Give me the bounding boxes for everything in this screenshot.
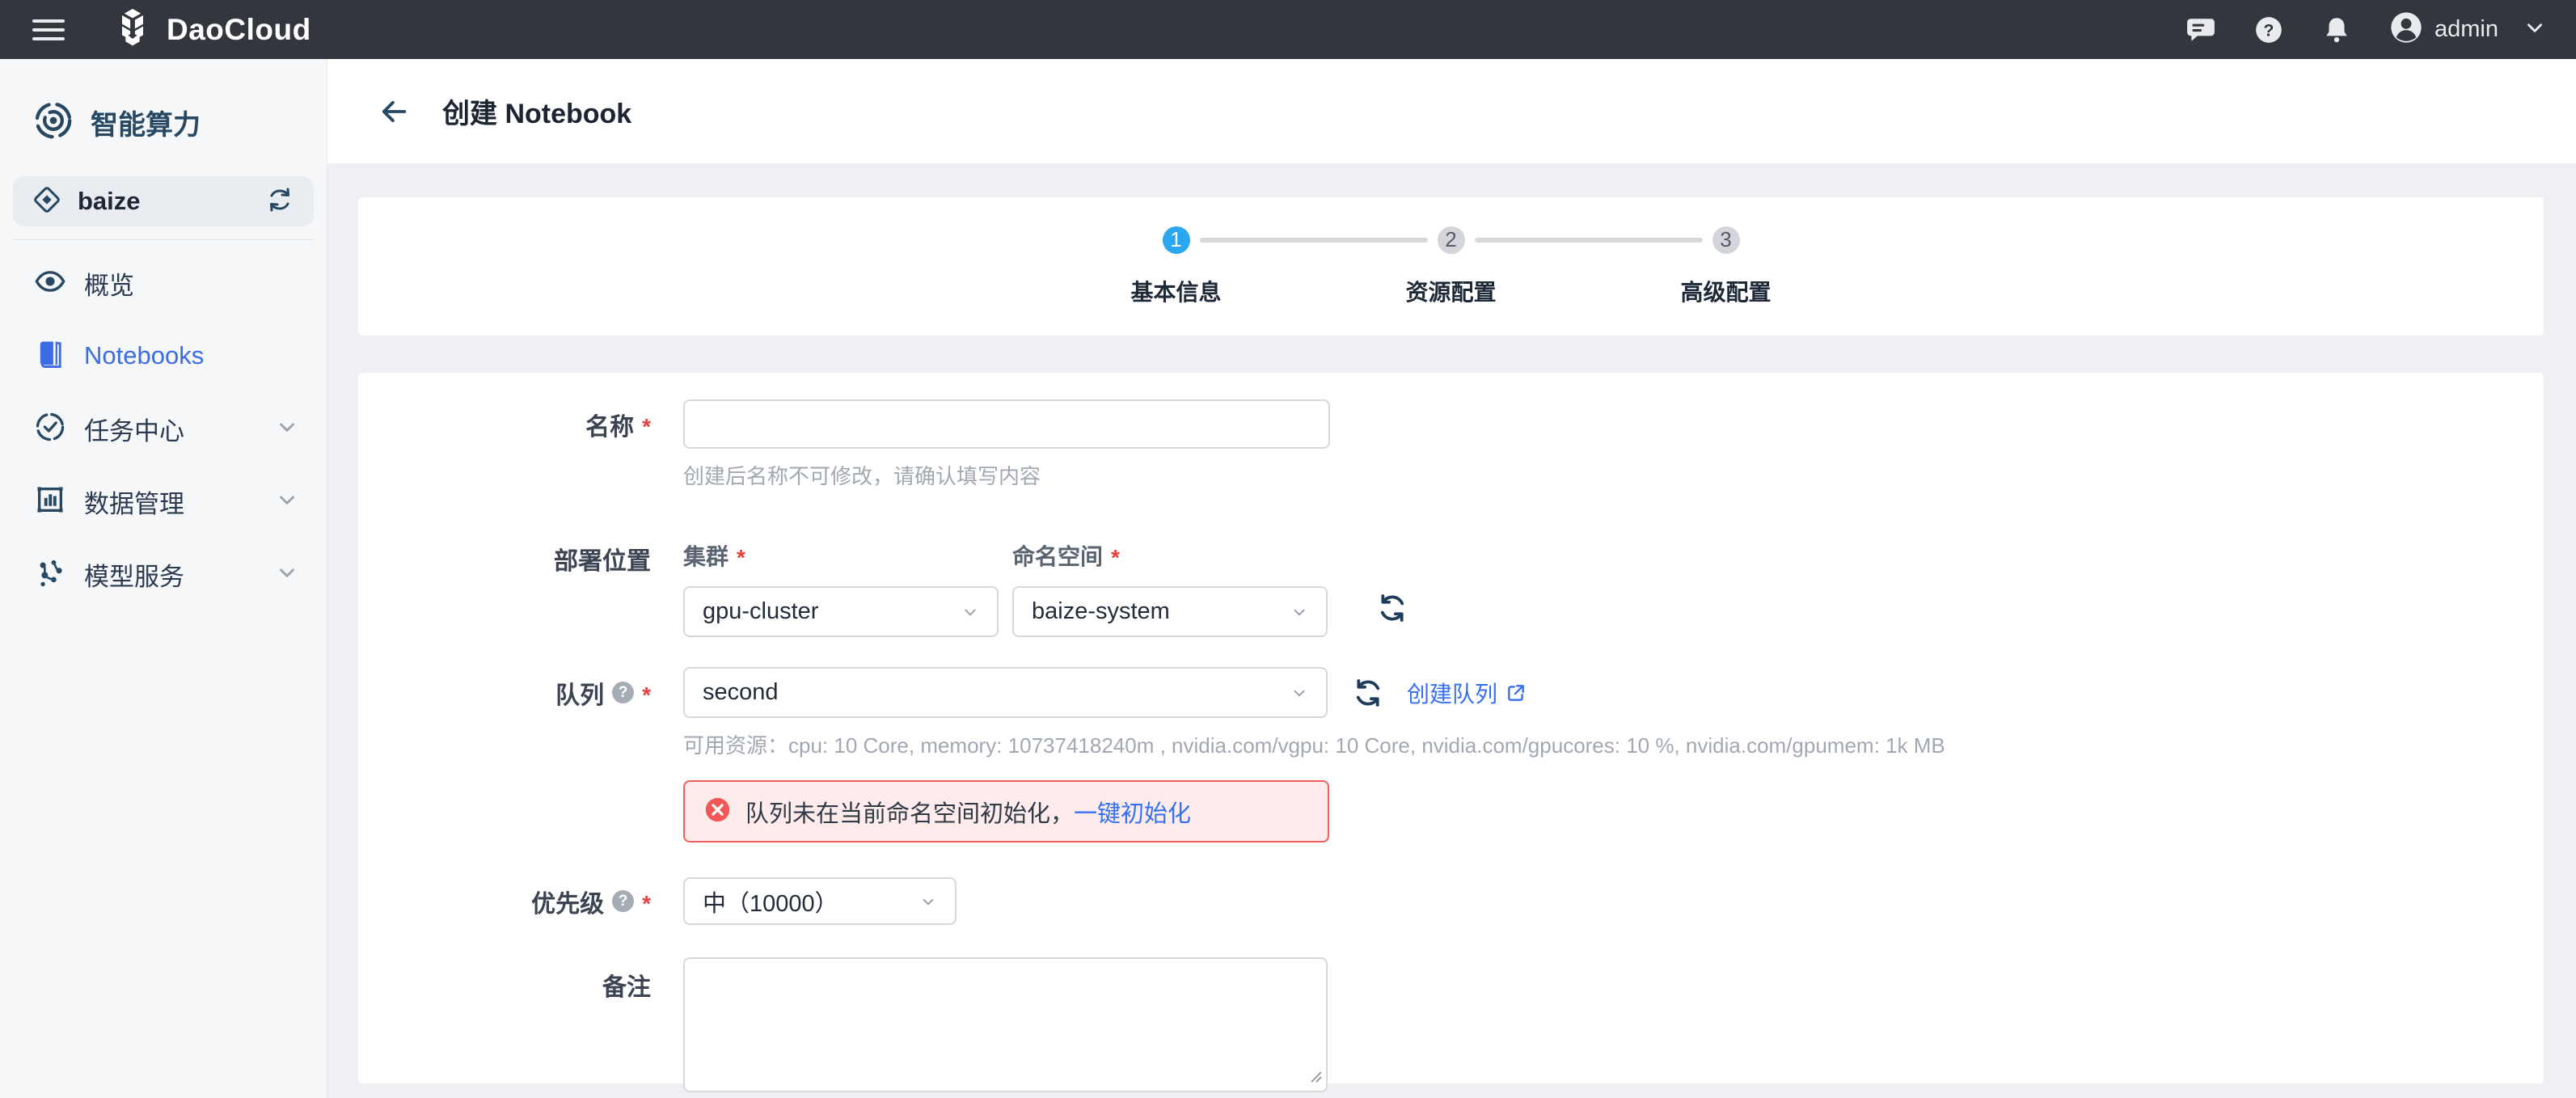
sidebar-item-notebooks[interactable]: Notebooks [0, 319, 327, 392]
available-resources: 可用资源：cpu: 10 Core, memory: 10737418240m … [683, 729, 2544, 759]
cluster-select[interactable]: gpu-cluster [683, 586, 999, 637]
brand-name: DaoCloud [167, 13, 311, 47]
notes-textarea[interactable] [683, 957, 1328, 1092]
svg-text:?: ? [2264, 21, 2274, 40]
sidebar: 智能算力 baize 概览 [0, 59, 327, 1098]
refresh-icon[interactable] [1376, 592, 1408, 624]
chevron-down-icon [919, 893, 937, 910]
deploy-label: 部署位置 [554, 541, 651, 576]
sidebar-menu: 概览 Notebooks 任务中心 [0, 247, 327, 610]
chevron-down-icon [275, 560, 299, 589]
sidebar-item-overview[interactable]: 概览 [0, 247, 327, 319]
avatar-icon [2389, 11, 2423, 49]
topbar: DaoCloud ? admin [0, 0, 2576, 59]
model-nodes-icon [34, 556, 66, 593]
bell-icon[interactable] [2321, 15, 2352, 45]
priority-label: 优先级 [531, 884, 604, 919]
step-1-label: 基本信息 [1039, 275, 1314, 307]
sidebar-item-data-management[interactable]: 数据管理 [0, 465, 327, 538]
section-label: 智能算力 [91, 103, 201, 142]
sidebar-item-model-services[interactable]: 模型服务 [0, 538, 327, 610]
sidebar-item-label: Notebooks [84, 341, 204, 370]
queue-alert: 队列未在当前命名空间初始化， 一键初始化 [683, 780, 1329, 843]
chevron-down-icon [275, 415, 299, 443]
step-connector [1475, 238, 1703, 243]
brand: DaoCloud [112, 6, 311, 53]
username: admin [2435, 16, 2498, 43]
chat-icon[interactable] [2185, 15, 2216, 45]
sidebar-item-label: 任务中心 [84, 411, 184, 447]
back-arrow-icon[interactable] [376, 94, 412, 129]
alert-text: 队列未在当前命名空间初始化， [745, 795, 1074, 829]
name-input[interactable] [683, 399, 1330, 449]
required-asterisk: * [642, 409, 651, 440]
namespace-label: 命名空间 [1012, 539, 1103, 572]
external-link-icon [1505, 682, 1527, 703]
swap-icon[interactable] [265, 185, 294, 218]
diamond-icon [32, 185, 61, 218]
required-asterisk: * [642, 886, 651, 917]
eye-icon [34, 265, 66, 302]
step-connector [1200, 238, 1428, 243]
chevron-down-icon [275, 488, 299, 516]
required-asterisk: * [642, 678, 651, 708]
chevron-down-icon [1290, 684, 1308, 702]
workspace-selector[interactable]: baize [13, 176, 314, 226]
namespace-group: 命名空间 * baize-system [1012, 539, 1328, 637]
sidebar-section-header: 智能算力 [32, 99, 327, 146]
chevron-down-icon [961, 603, 979, 621]
help-icon[interactable]: ? [2253, 15, 2284, 45]
priority-select[interactable]: 中（10000） [683, 877, 956, 925]
stepper-card: 1 2 3 基本信息 资源配置 高级配置 [358, 197, 2544, 336]
priority-row: 优先级 ? * 中（10000） [358, 877, 2544, 925]
notes-row: 备注 [358, 957, 2544, 1092]
page-header: 创建 Notebook [327, 59, 2576, 163]
workspace-label: baize [78, 187, 141, 216]
sidebar-item-label: 概览 [84, 265, 134, 302]
help-icon[interactable]: ? [612, 890, 634, 912]
chevron-down-icon [1290, 603, 1308, 621]
queue-label: 队列 [555, 675, 604, 711]
step-2-label: 资源配置 [1314, 275, 1589, 307]
queue-select[interactable]: second [683, 667, 1328, 718]
refresh-icon[interactable] [1352, 677, 1384, 709]
sidebar-item-task-center[interactable]: 任务中心 [0, 392, 327, 465]
logo-cube-icon [112, 6, 154, 53]
namespace-select[interactable]: baize-system [1012, 586, 1328, 637]
name-hint: 创建后名称不可修改，请确认填写内容 [683, 460, 2544, 490]
error-icon [704, 796, 731, 827]
required-asterisk: * [737, 540, 745, 571]
deploy-row: 部署位置 集群 * gpu-cluster [358, 539, 2544, 637]
create-queue-link[interactable]: 创建队列 [1407, 677, 1527, 709]
step-3-label: 高级配置 [1589, 275, 1864, 307]
notes-label: 备注 [602, 967, 651, 1003]
sidebar-item-label: 数据管理 [84, 484, 184, 520]
queue-row: 队列 ? * second [358, 667, 2544, 718]
task-check-icon [34, 411, 66, 447]
user-menu[interactable]: admin [2389, 11, 2545, 49]
required-asterisk: * [1111, 540, 1120, 571]
cluster-label: 集群 [683, 539, 728, 572]
smart-compute-icon [32, 99, 74, 146]
page-title: 创建 Notebook [442, 91, 631, 131]
init-queue-link[interactable]: 一键初始化 [1074, 795, 1191, 829]
sidebar-item-label: 模型服务 [84, 556, 184, 593]
stepper: 1 2 3 基本信息 资源配置 高级配置 [1039, 226, 1864, 307]
book-icon [34, 338, 66, 374]
help-icon[interactable]: ? [612, 682, 634, 703]
data-box-icon [34, 484, 66, 520]
sidebar-divider [13, 239, 314, 240]
basic-info-form: 名称 * 创建后名称不可修改，请确认填写内容 部署位置 集群 [358, 373, 2544, 1083]
hamburger-icon[interactable] [32, 19, 65, 40]
name-row: 名称 * [358, 399, 2544, 449]
name-label: 名称 [585, 407, 634, 442]
chevron-down-icon [2524, 17, 2545, 42]
cluster-group: 集群 * gpu-cluster [683, 539, 999, 637]
